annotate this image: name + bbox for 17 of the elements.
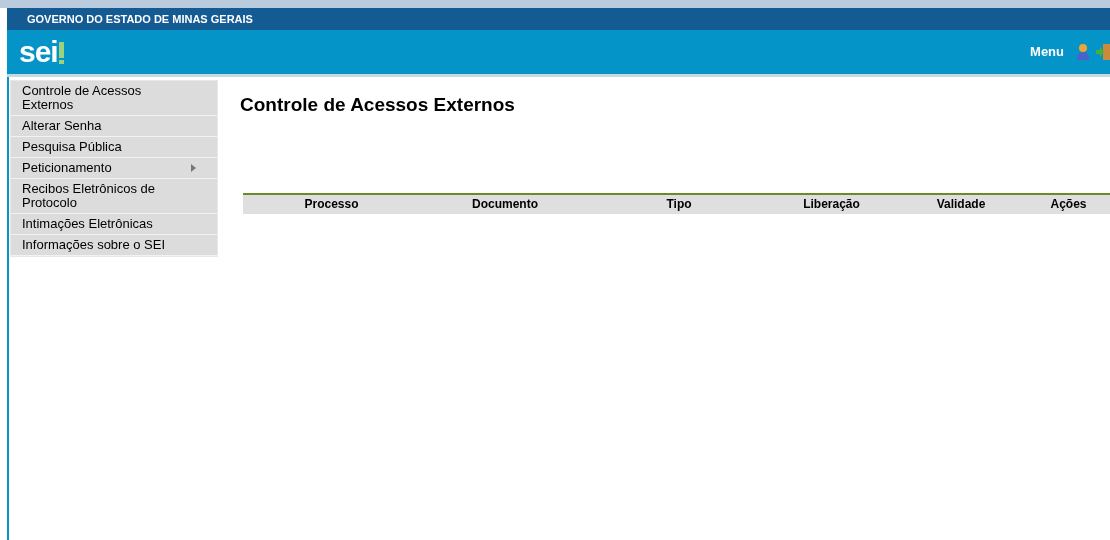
page-title: Controle de Acessos Externos: [240, 93, 516, 117]
sidebar-menu-item[interactable]: Alterar Senha: [11, 116, 217, 137]
sidebar-menu-item[interactable]: Recibos Eletrônicos de Protocolo: [11, 179, 217, 214]
column-header: Ações: [1050, 196, 1087, 213]
submenu-arrow-icon: [191, 164, 196, 172]
sidebar-menu-item[interactable]: Pesquisa Pública: [11, 137, 217, 158]
column-header: Documento: [472, 196, 538, 213]
column-header: Processo: [304, 196, 359, 213]
column-header: Validade: [936, 196, 986, 213]
sidebar-menu-item[interactable]: Intimações Eletrônicas: [11, 214, 217, 235]
column-header: Tipo: [666, 196, 692, 213]
sidebar-menu-item[interactable]: Controle de Acessos Externos: [11, 81, 217, 116]
sidebar-menu-item[interactable]: Peticionamento: [11, 158, 217, 179]
government-name: GOVERNO DO ESTADO DE MINAS GERAIS: [27, 11, 253, 27]
user-icon[interactable]: [1076, 43, 1090, 61]
sidebar-menu-item[interactable]: Informações sobre o SEI: [11, 235, 217, 256]
column-header: Liberação: [803, 196, 860, 213]
